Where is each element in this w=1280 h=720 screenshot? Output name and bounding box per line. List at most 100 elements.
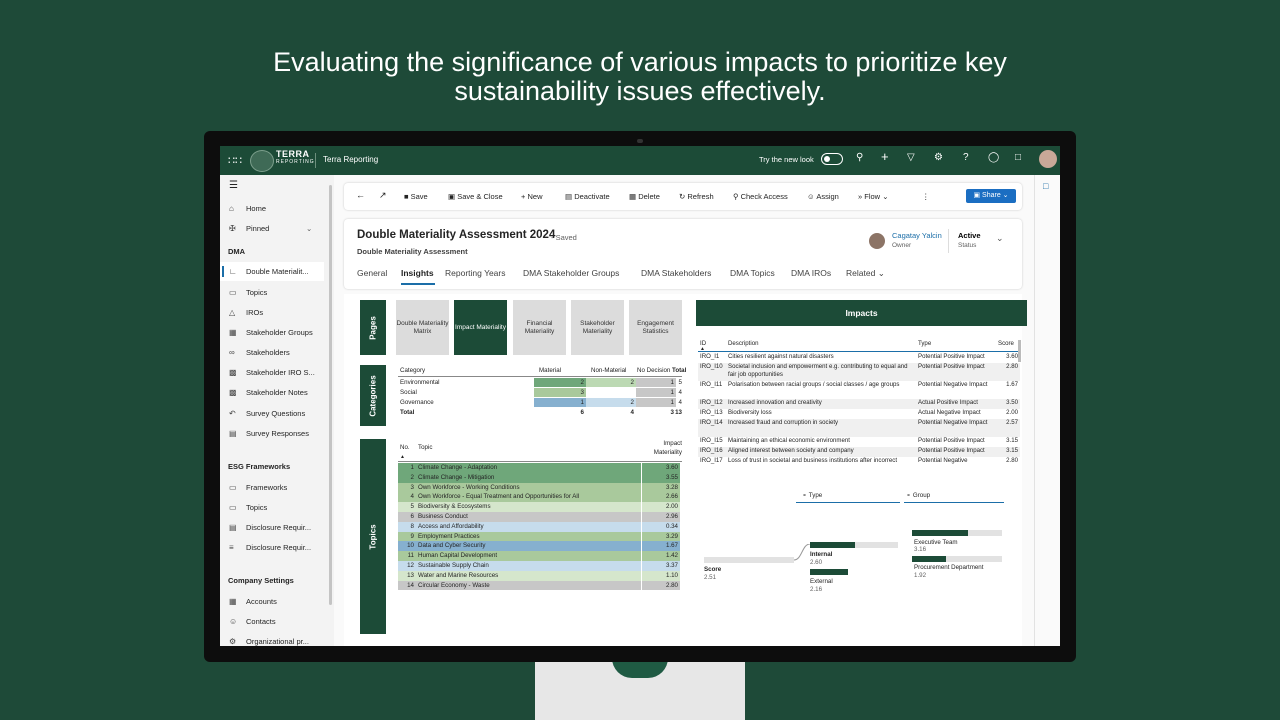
table-row[interactable]: 3 Own Workforce - Working Conditions 3.28 <box>398 482 680 493</box>
page-financial-materiality[interactable]: Financial Materiality <box>513 300 566 355</box>
tab-dma-topics[interactable]: DMA Topics <box>730 268 775 278</box>
user-avatar[interactable] <box>1039 150 1057 168</box>
filter-group[interactable]: ⚬ Group <box>906 492 930 499</box>
filter-icon[interactable]: ▽ <box>907 152 915 163</box>
sidebar-item-iros[interactable]: △ IROs <box>220 303 324 322</box>
table-row[interactable]: IRO_I1 Cities resilient against natural d… <box>698 353 1020 363</box>
table-row[interactable]: IRO_I14 Increased fraud and corruption in… <box>698 419 1020 437</box>
copilot-pane-icon[interactable]: □ <box>1043 181 1048 191</box>
sidebar-item-esg-topics[interactable]: ▭ Topics <box>220 498 324 517</box>
table-row[interactable]: 4 Own Workforce - Equal Treatment and Opp… <box>398 492 680 503</box>
back-arrow-icon[interactable]: ← <box>356 190 365 200</box>
category-row[interactable]: Governance 1 2 1 4 <box>398 398 684 408</box>
proc-bar[interactable] <box>912 556 946 562</box>
new-button[interactable]: + New <box>521 192 543 201</box>
sidebar-item-stakeholders[interactable]: ∞ Stakeholders <box>220 343 324 362</box>
sidebar-item-org[interactable]: ⚙ Organizational pr... <box>220 632 324 646</box>
table-row[interactable]: IRO_I17 Loss of trust in societal and bus… <box>698 457 1020 467</box>
table-row[interactable]: IRO_I16 Aligned interest between society … <box>698 447 1020 457</box>
iro-description: Loss of trust in societal and business i… <box>728 457 898 464</box>
filter-type[interactable]: ⚬ Type <box>802 492 822 499</box>
category-row[interactable]: Environmental 2 2 1 5 <box>398 378 684 388</box>
delete-button[interactable]: ▦ Delete <box>629 192 660 201</box>
page-stakeholder-materiality[interactable]: Stakeholder Materiality <box>571 300 624 355</box>
add-icon[interactable]: + <box>881 149 889 164</box>
share-button[interactable]: ▣ Share ⌄ <box>966 189 1016 203</box>
table-row[interactable]: 12 Sustainable Supply Chain 3.37 <box>398 561 680 571</box>
save-button[interactable]: ■ Save <box>404 192 428 201</box>
table-row[interactable]: 10 Data and Cyber Security 1.67 <box>398 541 680 552</box>
copilot-icon[interactable]: ◯ <box>988 152 999 163</box>
sidebar-scrollbar[interactable] <box>329 185 332 605</box>
sidebar-item-home[interactable]: ⌂ Home <box>220 199 324 218</box>
tab-related[interactable]: Related ⌄ <box>846 268 885 279</box>
tab-dma-iros[interactable]: DMA IROs <box>791 268 831 278</box>
table-row[interactable]: IRO_I11 Polarisation between racial group… <box>698 381 1020 399</box>
sidebar-item-double-materiality[interactable]: ∟ Double Materialit... <box>220 262 324 281</box>
topic-name: Circular Economy - Waste <box>418 581 490 589</box>
new-look-toggle[interactable] <box>821 153 843 165</box>
internal-bar[interactable] <box>810 542 855 548</box>
open-new-window-icon[interactable]: ↗ <box>379 190 387 201</box>
deactivate-button[interactable]: ▤ Deactivate <box>565 192 610 201</box>
sidebar-item-stakeholder-iro[interactable]: ▩ Stakeholder IRO S... <box>220 363 324 382</box>
category-row[interactable]: Social 3 1 4 <box>398 388 684 398</box>
sort-asc-icon[interactable]: ▲ <box>400 454 405 460</box>
check-access-button[interactable]: ⚲ Check Access <box>733 192 788 201</box>
refresh-button[interactable]: ↻ Refresh <box>679 192 714 201</box>
table-row[interactable]: IRO_I15 Maintaining an ethical economic e… <box>698 437 1020 447</box>
app-name[interactable]: Terra Reporting <box>323 155 378 164</box>
chevron-down-icon: ⌄ <box>1002 192 1009 199</box>
tab-dma-stakeholders[interactable]: DMA Stakeholders <box>641 268 711 278</box>
sidebar-item-frameworks[interactable]: ▭ Frameworks <box>220 478 324 497</box>
page-engagement-statistics[interactable]: Engagement Statistics <box>629 300 682 355</box>
sidebar-item-disclosure-req-2[interactable]: ≡ Disclosure Requir... <box>220 538 324 557</box>
table-row[interactable]: 11 Human Capital Development 1.42 <box>398 551 680 561</box>
sidebar-item-survey-responses[interactable]: ▤ Survey Responses <box>220 424 324 443</box>
table-row[interactable]: 6 Business Conduct 2.96 <box>398 512 680 522</box>
tab-reporting-years[interactable]: Reporting Years <box>445 268 506 278</box>
table-row[interactable]: IRO_I12 Increased innovation and creativi… <box>698 399 1020 409</box>
sidebar-item-disclosure-req-1[interactable]: ▤ Disclosure Requir... <box>220 518 324 537</box>
sidebar-item-contacts[interactable]: ☺ Contacts <box>220 612 324 631</box>
sidebar-item-accounts[interactable]: ▦ Accounts <box>220 592 324 611</box>
help-icon[interactable]: ? <box>963 152 969 163</box>
more-commands-icon[interactable]: ⋮ <box>922 192 930 201</box>
table-row[interactable]: 14 Circular Economy - Waste 2.80 <box>398 580 680 591</box>
search-icon[interactable]: ⚲ <box>856 152 863 163</box>
owner-name-link[interactable]: Cagatay Yalcin <box>892 231 942 240</box>
settings-icon[interactable]: ⚙ <box>934 152 943 163</box>
page-impact-materiality[interactable]: Impact Materiality <box>454 300 507 355</box>
table-row[interactable]: 9 Employment Practices 3.29 <box>398 531 680 542</box>
assign-button[interactable]: ☺ Assign <box>807 192 839 201</box>
table-row[interactable]: 1 Climate Change - Adaptation 3.60 <box>398 463 680 473</box>
sidebar-item-stakeholder-notes[interactable]: ▩ Stakeholder Notes <box>220 383 324 402</box>
chat-icon[interactable]: □ <box>1015 152 1021 163</box>
table-row[interactable]: 8 Access and Affordability 0.34 <box>398 521 680 532</box>
table-row[interactable]: 13 Water and Marine Resources 1.10 <box>398 570 680 581</box>
exec-bar[interactable] <box>912 530 968 536</box>
sidebar-item-stakeholder-groups[interactable]: ▦ Stakeholder Groups <box>220 323 324 342</box>
sidebar-item-survey-questions[interactable]: ↶ Survey Questions <box>220 404 324 423</box>
tab-dma-stakeholder-groups[interactable]: DMA Stakeholder Groups <box>523 268 619 278</box>
iro-description: Aligned interest between society and com… <box>728 447 854 454</box>
page-double-materiality-matrix[interactable]: Double Materiality Matrix <box>396 300 449 355</box>
tab-general[interactable]: General <box>357 268 387 278</box>
gear-icon: ⚙ <box>229 637 237 646</box>
save-icon: ■ <box>404 192 409 201</box>
flow-button[interactable]: » Flow ⌄ <box>858 192 889 201</box>
external-bar[interactable] <box>810 569 848 575</box>
table-row[interactable]: IRO_I13 Biodiversity loss Actual Negative … <box>698 409 1020 419</box>
hamburger-menu-icon[interactable]: ☰ <box>229 180 238 191</box>
table-row[interactable]: IRO_I10 Societal inclusion and empowermen… <box>698 363 1020 381</box>
response-icon: ▤ <box>229 429 237 438</box>
table-row[interactable]: 2 Climate Change - Mitigation 3.55 <box>398 472 680 483</box>
expand-header-icon[interactable]: ⌄ <box>996 233 1004 244</box>
impacts-scrollbar[interactable] <box>1018 340 1021 362</box>
app-launcher-icon[interactable]: ∷∷ <box>228 154 242 167</box>
save-close-button[interactable]: ▣ Save & Close <box>448 192 503 201</box>
tab-insights[interactable]: Insights <box>401 268 434 278</box>
table-row[interactable]: 5 Biodiversity & Ecosystems 2.00 <box>398 502 680 512</box>
sidebar-item-topics[interactable]: ▭ Topics <box>220 283 324 302</box>
sidebar-item-pinned[interactable]: ✠ Pinned ⌄ <box>220 219 324 238</box>
